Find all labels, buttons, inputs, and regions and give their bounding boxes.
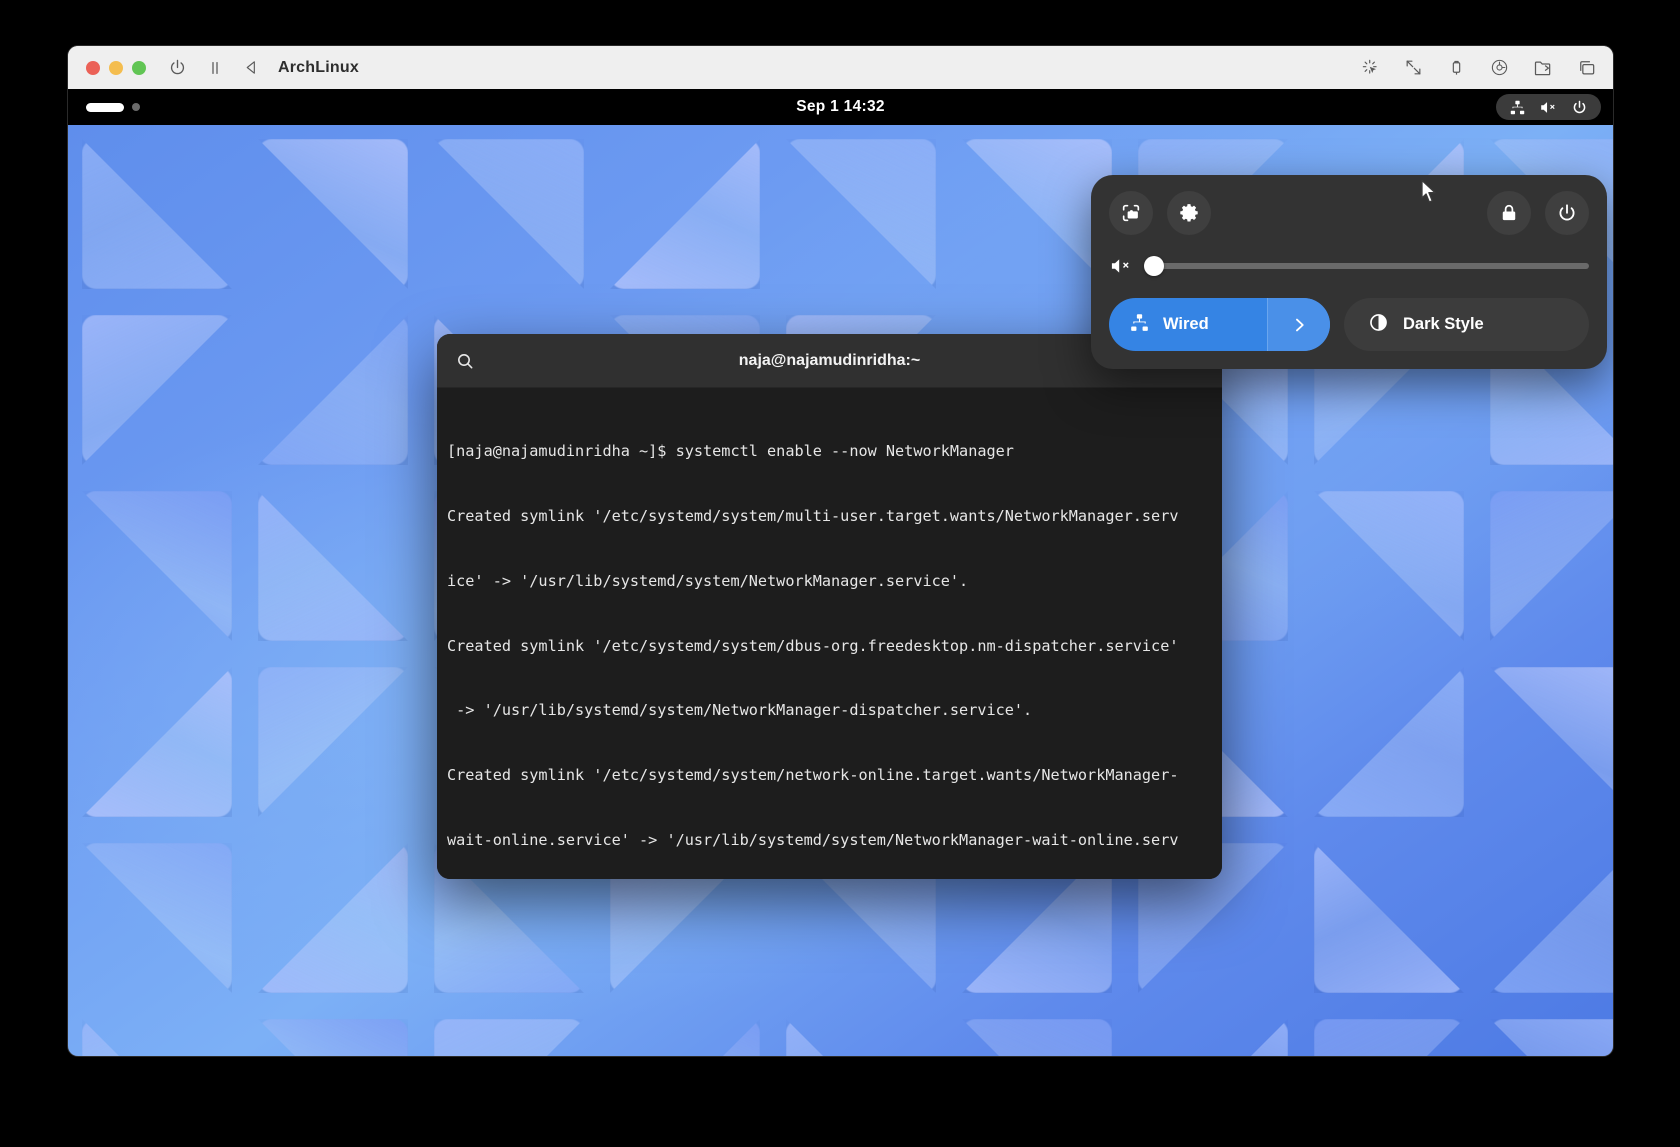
wallpaper-shape (258, 139, 408, 289)
wallpaper-shape (610, 1019, 760, 1056)
power-icon[interactable] (1545, 191, 1589, 235)
wallpaper-shape (1490, 1019, 1613, 1056)
wallpaper-shape (258, 491, 408, 641)
snapshot-icon[interactable] (1577, 58, 1597, 78)
terminal-line: Created symlink '/etc/systemd/system/mul… (447, 506, 1179, 525)
terminal-line: ice' -> '/usr/lib/systemd/system/Network… (447, 571, 969, 590)
dark-style-icon (1368, 312, 1389, 338)
wallpaper-shape (82, 843, 232, 993)
terminal-output[interactable]: [naja@najamudinridha ~]$ systemctl enabl… (437, 388, 1222, 879)
guest-screen: Sep 1 14:32 naja@najamudinridha:~ [naja@… (68, 89, 1613, 1056)
shared-folder-icon[interactable] (1533, 58, 1553, 78)
search-icon[interactable] (455, 351, 475, 371)
dark-style-label: Dark Style (1403, 315, 1484, 333)
clock-label[interactable]: Sep 1 14:32 (68, 98, 1613, 116)
vm-window: ArchLinux Sep 1 14:32 naja@najamudinridh… (68, 46, 1613, 1056)
volume-muted-icon (1539, 99, 1558, 116)
wallpaper-shape (82, 139, 232, 289)
volume-slider-knob[interactable] (1144, 256, 1164, 276)
vm-toolbar-left (168, 58, 260, 77)
maximize-button[interactable] (132, 60, 146, 75)
wallpaper-shape (610, 139, 760, 289)
quick-settings-toggles: Wired Dark Style (1109, 298, 1589, 351)
wallpaper-shape (82, 315, 232, 465)
terminal-line: Created symlink '/etc/systemd/system/dbu… (447, 636, 1179, 655)
wallpaper-shape (786, 1019, 936, 1056)
wallpaper-shape (786, 139, 936, 289)
screenshot-icon[interactable] (1109, 191, 1153, 235)
lock-icon[interactable] (1487, 191, 1531, 235)
wallpaper-shape (1314, 667, 1464, 817)
wallpaper-shape (434, 139, 584, 289)
volume-slider[interactable] (1144, 256, 1589, 276)
vm-toolbar-right (1361, 46, 1597, 89)
wired-network-icon (1129, 312, 1150, 338)
back-icon[interactable] (243, 59, 260, 76)
wallpaper-shape (258, 667, 408, 817)
wallpaper-shape (1490, 667, 1613, 817)
wallpaper-shape (82, 1019, 232, 1056)
wallpaper-shape (258, 843, 408, 993)
terminal-line: Created symlink '/etc/systemd/system/net… (447, 766, 1179, 785)
disc-icon[interactable] (1490, 58, 1509, 77)
power-icon[interactable] (168, 58, 187, 77)
wallpaper-shape (1314, 843, 1464, 993)
volume-slider-row (1109, 256, 1589, 276)
quick-settings-panel: Wired Dark Style (1091, 175, 1607, 369)
wallpaper-shape (962, 139, 1112, 289)
quick-settings-top-row (1109, 191, 1589, 235)
wallpaper-shape (1490, 843, 1613, 993)
wired-network-toggle-main[interactable]: Wired (1109, 298, 1267, 351)
settings-gear-icon[interactable] (1167, 191, 1211, 235)
usb-icon[interactable] (1447, 58, 1466, 77)
wallpaper-shape (1138, 1019, 1288, 1056)
wired-network-label: Wired (1163, 315, 1209, 333)
volume-muted-icon[interactable] (1109, 256, 1133, 276)
wallpaper-shape (962, 1019, 1112, 1056)
gnome-top-bar: Sep 1 14:32 (68, 89, 1613, 125)
close-button[interactable] (86, 60, 100, 75)
pointer-click-icon[interactable] (1361, 58, 1380, 77)
terminal-line: -> '/usr/lib/systemd/system/NetworkManag… (447, 701, 1033, 720)
terminal-line: [naja@najamudinridha ~]$ systemctl enabl… (447, 442, 1014, 461)
wired-network-icon (1509, 99, 1526, 116)
wallpaper-shape (258, 315, 408, 465)
wallpaper-shape (258, 1019, 408, 1056)
wallpaper-shape (1314, 491, 1464, 641)
wallpaper-shape (434, 1019, 584, 1056)
window-controls (86, 60, 146, 75)
terminal-window[interactable]: naja@najamudinridha:~ [naja@najamudinrid… (437, 334, 1222, 879)
vm-window-title: ArchLinux (278, 58, 359, 76)
chevron-right-icon[interactable] (1267, 298, 1330, 351)
system-tray[interactable] (1496, 94, 1601, 120)
minimize-button[interactable] (109, 60, 123, 75)
dark-style-toggle[interactable]: Dark Style (1344, 298, 1589, 351)
power-icon (1571, 99, 1588, 116)
wired-network-toggle[interactable]: Wired (1109, 298, 1330, 351)
vm-titlebar: ArchLinux (68, 46, 1613, 90)
wallpaper-shape (82, 491, 232, 641)
pause-icon[interactable] (207, 60, 223, 76)
wallpaper-shape (1490, 491, 1613, 641)
wallpaper-shape (1314, 1019, 1464, 1056)
wallpaper-shape (82, 667, 232, 817)
terminal-line: wait-online.service' -> '/usr/lib/system… (447, 830, 1179, 849)
fullscreen-icon[interactable] (1404, 58, 1423, 77)
